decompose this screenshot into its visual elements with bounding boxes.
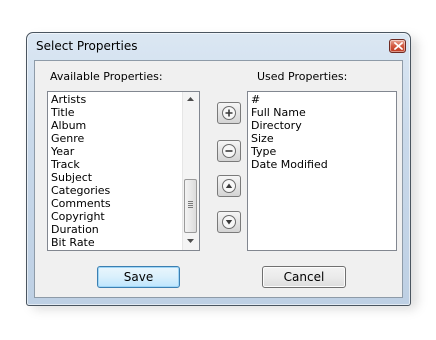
list-item[interactable]: Directory <box>251 119 328 132</box>
list-item[interactable]: Comments <box>51 197 111 210</box>
window-title: Select Properties <box>36 39 138 53</box>
list-item[interactable]: Type <box>251 145 328 158</box>
list-item[interactable]: Year <box>51 145 111 158</box>
available-list-scrollbar[interactable] <box>182 92 199 250</box>
list-item[interactable]: Subject <box>51 171 111 184</box>
list-item[interactable]: Size <box>251 132 328 145</box>
save-button[interactable]: Save <box>97 266 180 288</box>
scroll-down-button[interactable] <box>183 234 199 250</box>
list-item[interactable]: # <box>251 93 328 106</box>
cancel-button[interactable]: Cancel <box>262 266 346 288</box>
select-properties-dialog: Select Properties Available Properties: … <box>26 32 411 306</box>
plus-circle-icon <box>222 106 236 120</box>
list-item[interactable]: Date Modified <box>251 158 328 171</box>
list-item[interactable]: Categories <box>51 184 111 197</box>
title-bar[interactable]: Select Properties <box>27 33 410 59</box>
scroll-down-arrow-icon <box>187 239 194 243</box>
down-arrow-circle-icon <box>222 215 236 229</box>
up-arrow-circle-icon <box>222 179 236 193</box>
available-properties-items: Artists Title Album Genre Year Track Sub… <box>51 93 111 249</box>
list-item[interactable]: Album <box>51 119 111 132</box>
available-properties-list[interactable]: Artists Title Album Genre Year Track Sub… <box>47 91 200 251</box>
used-properties-list[interactable]: # Full Name Directory Size Type Date Mod… <box>247 91 397 251</box>
list-item[interactable]: Copyright <box>51 210 111 223</box>
list-item[interactable]: Bit Rate <box>51 236 111 249</box>
used-properties-items: # Full Name Directory Size Type Date Mod… <box>251 93 328 171</box>
list-item[interactable]: Artists <box>51 93 111 106</box>
remove-property-button[interactable] <box>217 140 241 162</box>
close-button[interactable] <box>389 39 406 53</box>
list-item[interactable]: Genre <box>51 132 111 145</box>
used-properties-label: Used Properties: <box>257 70 348 83</box>
list-item[interactable]: Track <box>51 158 111 171</box>
list-item[interactable]: Full Name <box>251 106 328 119</box>
move-down-button[interactable] <box>217 211 241 233</box>
scroll-thumb[interactable] <box>184 179 197 233</box>
list-item[interactable]: Title <box>51 106 111 119</box>
list-item[interactable]: Duration <box>51 223 111 236</box>
available-properties-label: Available Properties: <box>50 70 163 83</box>
scroll-up-button[interactable] <box>183 92 199 108</box>
close-icon <box>394 42 403 50</box>
add-property-button[interactable] <box>217 102 241 124</box>
scroll-grip-icon <box>188 201 193 209</box>
minus-circle-icon <box>222 144 236 158</box>
scroll-up-arrow-icon <box>187 97 194 101</box>
dialog-body: Available Properties: Used Properties: A… <box>34 60 403 298</box>
move-up-button[interactable] <box>217 175 241 197</box>
